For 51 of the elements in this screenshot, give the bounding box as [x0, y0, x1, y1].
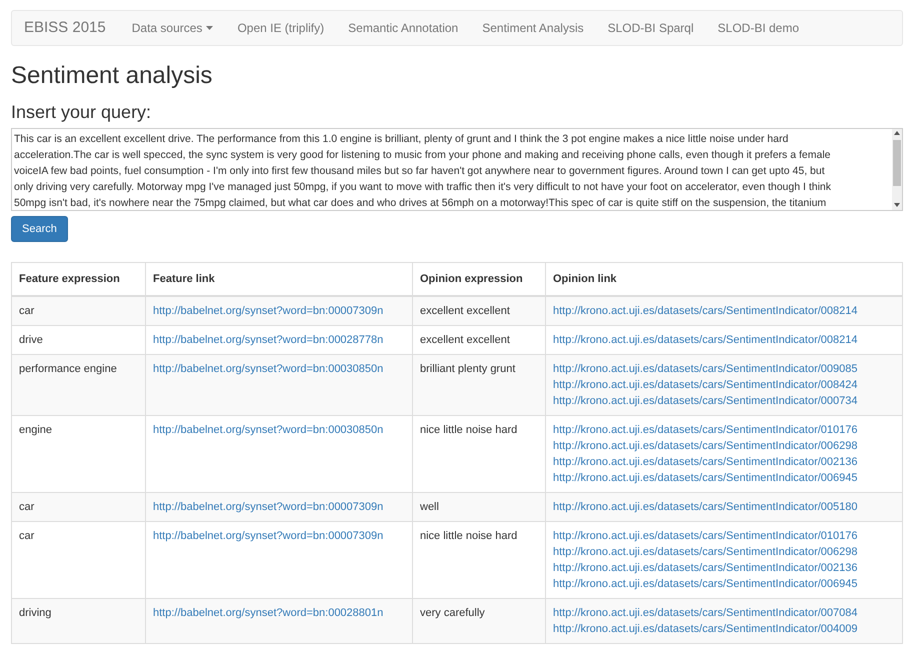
- feature-link[interactable]: http://babelnet.org/synset?word=bn:00030850n: [153, 424, 384, 436]
- page-title: Sentiment analysis: [11, 62, 214, 90]
- table-cell: drive: [19, 334, 43, 346]
- nav-link[interactable]: Open IE (triplify): [225, 11, 336, 45]
- table-cell: excellent excellent: [420, 305, 510, 317]
- table-cell: well: [420, 501, 439, 513]
- opinion-link[interactable]: http://krono.act.uji.es/datasets/cars/SentimentIndicator/006298: [553, 440, 858, 452]
- navbar-brand[interactable]: EBISS 2015: [16, 16, 114, 40]
- table-cell: nice little noise hard: [420, 424, 518, 436]
- nav-dropdown[interactable]: Data sources: [120, 11, 226, 45]
- query-text-line: This car is an excellent excellent drive. The performance from this 1.0 engine is brilliant, plenty of grunt and I think the 3 pot engine makes a nice little noise under hard: [14, 132, 788, 147]
- column-header: Opinion expression: [412, 262, 546, 296]
- table-cell: excellent excellent: [420, 334, 510, 346]
- opinion-link[interactable]: http://krono.act.uji.es/datasets/cars/SentimentIndicator/007084: [553, 607, 858, 619]
- table-cell: engine: [19, 424, 52, 436]
- query-label: Insert your query:: [11, 101, 152, 123]
- query-text-line: 50mpg isn't bad, it's nowhere near the 75mpg claimed, but what car does and who drives at 56mph on a motorway!This spec of car is quite stiff on the suspension, the titanium: [14, 196, 826, 210]
- opinion-link[interactable]: http://krono.act.uji.es/datasets/cars/SentimentIndicator/008424: [553, 379, 858, 391]
- search-button[interactable]: Search: [11, 216, 68, 242]
- opinion-link[interactable]: http://krono.act.uji.es/datasets/cars/SentimentIndicator/004009: [553, 623, 858, 635]
- table-cell: performance engine: [19, 363, 117, 375]
- opinion-link[interactable]: http://krono.act.uji.es/datasets/cars/SentimentIndicator/009085: [553, 363, 858, 375]
- opinion-link[interactable]: http://krono.act.uji.es/datasets/cars/SentimentIndicator/002136: [553, 562, 858, 574]
- query-textarea[interactable]: [11, 128, 903, 211]
- table-cell: nice little noise hard: [420, 530, 518, 542]
- nav-link[interactable]: Sentiment Analysis: [470, 11, 596, 45]
- feature-link[interactable]: http://babelnet.org/synset?word=bn:00007309n: [153, 530, 384, 542]
- column-header: Opinion link: [546, 262, 902, 296]
- query-text-line: voiceIA few bad points, fuel consumption - I'm only into first few thousand miles but so far haven't got anywhere near to government figures. Around town I can get upto 45, but: [14, 164, 825, 179]
- table-cell: very carefully: [420, 607, 485, 619]
- table-cell: car: [19, 501, 34, 513]
- opinion-link[interactable]: http://krono.act.uji.es/datasets/cars/SentimentIndicator/002136: [553, 456, 858, 468]
- table-cell: brilliant plenty grunt: [420, 363, 516, 375]
- opinion-link[interactable]: http://krono.act.uji.es/datasets/cars/SentimentIndicator/000734: [553, 395, 858, 407]
- nav-link[interactable]: SLOD-BI demo: [706, 11, 812, 45]
- nav-link[interactable]: Semantic Annotation: [336, 11, 470, 45]
- feature-link[interactable]: http://babelnet.org/synset?word=bn:00030850n: [153, 363, 384, 375]
- query-text-line: only driving very carefully. Motorway mpg I've managed just 50mpg, if you want to move with traffic then it's very difficult to not have your foot on accelerator, even though I think: [14, 180, 832, 195]
- opinion-link[interactable]: http://krono.act.uji.es/datasets/cars/SentimentIndicator/010176: [553, 424, 858, 436]
- column-header: Feature expression: [12, 262, 146, 296]
- caret-icon: [206, 26, 214, 30]
- table-cell: car: [19, 530, 34, 542]
- query-text-line: acceleration.The car is well specced, the sync system is very good for listening to music from your phone and making and receiving phone calls, even though it prefers a female: [14, 148, 830, 163]
- opinion-link[interactable]: http://krono.act.uji.es/datasets/cars/SentimentIndicator/006945: [553, 472, 858, 484]
- opinion-link[interactable]: http://krono.act.uji.es/datasets/cars/SentimentIndicator/006945: [553, 578, 858, 590]
- opinion-link[interactable]: http://krono.act.uji.es/datasets/cars/SentimentIndicator/006298: [553, 546, 858, 558]
- nav-link[interactable]: SLOD-BI Sparql: [596, 11, 706, 45]
- table-cell: driving: [19, 607, 52, 619]
- table-cell: car: [19, 305, 34, 317]
- column-header: Feature link: [146, 262, 412, 296]
- opinion-link[interactable]: http://krono.act.uji.es/datasets/cars/SentimentIndicator/010176: [553, 530, 858, 542]
